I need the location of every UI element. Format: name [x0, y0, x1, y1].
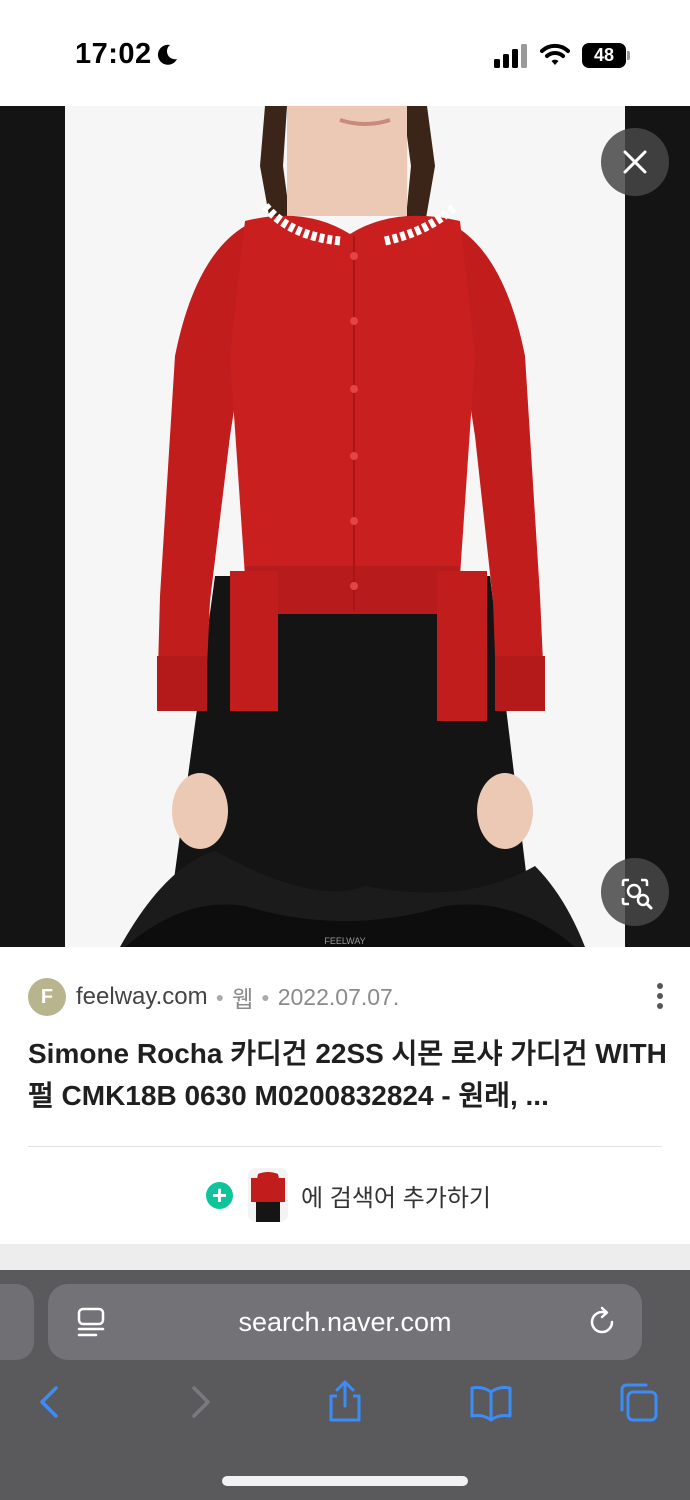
browser-toolbar: search.naver.com: [0, 1270, 690, 1500]
status-bar: 17:02 48: [0, 0, 690, 106]
more-icon[interactable]: [650, 981, 670, 1011]
url-text[interactable]: search.naver.com: [48, 1284, 642, 1360]
close-icon: [623, 150, 647, 174]
site-favicon: F: [28, 978, 66, 1016]
result-type: 웹: [232, 986, 254, 1012]
result-date: 2022.07.07.: [277, 983, 400, 1010]
address-bar[interactable]: search.naver.com: [48, 1284, 642, 1360]
add-search-term-button[interactable]: + 에 검색어 추가하기: [206, 1167, 491, 1223]
forward-icon[interactable]: [178, 1380, 222, 1424]
moon-icon: [157, 44, 177, 65]
plus-icon: +: [206, 1181, 233, 1209]
add-search-term-label: 에 검색어 추가하기: [301, 1184, 491, 1212]
home-indicator[interactable]: [222, 1476, 468, 1486]
reload-icon[interactable]: [588, 1306, 618, 1338]
cardigan-illustration: FEELWAY: [120, 106, 585, 947]
battery-icon: 48: [582, 43, 630, 68]
wifi-icon: [540, 43, 570, 65]
site-name[interactable]: feelway.com: [76, 983, 208, 1011]
signal-icon: [494, 44, 527, 68]
search-result-card[interactable]: F feelway.com ● 웹 ● 2022.07.07. Simone R…: [0, 947, 690, 1244]
share-icon[interactable]: [323, 1380, 367, 1424]
image-search-icon: [621, 878, 653, 910]
status-time: 17:02: [75, 38, 152, 70]
cardigan-thumbnail: [248, 1168, 288, 1222]
battery-level: 48: [593, 45, 615, 65]
section-gap: [0, 1244, 690, 1270]
source-row[interactable]: F feelway.com ● 웹 ● 2022.07.07.: [28, 977, 399, 1017]
close-button[interactable]: [601, 128, 669, 196]
product-photo[interactable]: FEELWAY: [65, 106, 625, 947]
photo-watermark: FEELWAY: [324, 936, 365, 946]
back-icon[interactable]: [28, 1380, 72, 1424]
previous-tab-preview[interactable]: [0, 1284, 34, 1360]
image-search-button[interactable]: [601, 858, 669, 926]
bookmarks-icon[interactable]: [469, 1380, 513, 1424]
image-viewer[interactable]: FEELWAY: [0, 106, 690, 947]
divider: [28, 1146, 662, 1147]
tabs-icon[interactable]: [616, 1380, 660, 1424]
result-title[interactable]: Simone Rocha 카디건 22SS 시몬 로샤 가디건 WITH 펄 C…: [28, 1033, 668, 1117]
separator-dot: ●: [215, 989, 225, 1005]
separator-dot: ●: [261, 989, 270, 1005]
